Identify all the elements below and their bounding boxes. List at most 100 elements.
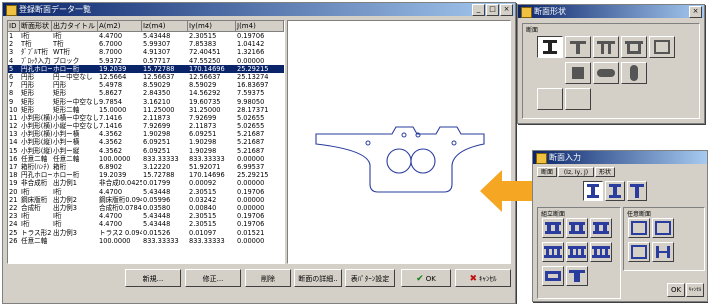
built-up-tile-4[interactable] xyxy=(542,242,564,262)
table-row[interactable]: 16 任意二軸 任意二軸 100.0000 833.33333 833.33333 0.00… xyxy=(8,155,284,163)
section-data-table[interactable]: ID 断面形状 出力タイトル A(m2) Iz(m4) Iy(m4) J(m4) 1 I桁 I桁… xyxy=(7,20,285,264)
table-cell: 0.19706 xyxy=(237,212,265,221)
box-section-tile[interactable] xyxy=(621,36,647,58)
built-up-tile-5[interactable] xyxy=(566,242,588,262)
triple-i-icon xyxy=(592,246,610,258)
frame-section-tile[interactable] xyxy=(649,36,675,58)
cancel-button[interactable]: ✖ ｷｬﾝｾﾙ xyxy=(455,269,511,287)
cancel-button[interactable]: ｷｬﾝｾﾙ xyxy=(686,283,704,297)
input-window-titlebar[interactable]: 断面入力 xyxy=(533,151,707,164)
table-cell: 47.55250 xyxy=(189,56,221,65)
table-cell: 鋼床版桁 xyxy=(21,195,48,204)
arbitrary-tile-2[interactable] xyxy=(652,218,674,238)
app-icon xyxy=(536,153,547,164)
built-up-tile-6[interactable] xyxy=(590,242,612,262)
column-header[interactable]: Iy(m4) xyxy=(188,21,236,31)
detail-button[interactable]: 断面の詳細.. xyxy=(294,269,342,287)
delete-button[interactable]: 削除 xyxy=(245,269,291,287)
table-row[interactable]: 21鋼床版桁出力例2 鋼床版桁0.09490.05996 0.03242 0.0000… xyxy=(8,196,284,204)
table-cell: トラス形2 xyxy=(21,228,52,237)
t-section-tile[interactable] xyxy=(627,181,647,201)
table-cell: 1.90298 xyxy=(143,130,171,139)
table-row[interactable]: 24 I桁 I桁 4.4700 5.43448 2.30515 0.19706 xyxy=(8,220,284,228)
table-row[interactable]: 11 小判形(横) 小横ー中空なし 7.1416 2.11873 7.92699 5.026… xyxy=(8,114,284,122)
built-up-tile-7[interactable] xyxy=(542,266,564,286)
t-beam-icon xyxy=(569,270,585,282)
section-list-titlebar[interactable]: 登録断面データ一覧 _ □ × xyxy=(3,3,515,16)
custom-section-tile-1[interactable] xyxy=(537,88,563,110)
table-cell: 出力例3 xyxy=(53,228,77,237)
edit-button[interactable]: 修正... xyxy=(185,269,241,287)
table-cell: 0.00000 xyxy=(237,179,265,188)
close-button[interactable]: × xyxy=(500,4,513,16)
table-row[interactable]: 18円孔ホロー桁ホロー桁 19.2039 15.72788 170.14696 25.2… xyxy=(8,171,284,179)
new-button[interactable]: 新規... xyxy=(125,269,181,287)
table-row[interactable]: 14 小判形(縦) 小判ー横 4.3562 6.09251 1.90298 5.21687 xyxy=(8,138,284,146)
table-cell: 25.29215 xyxy=(237,64,269,73)
built-up-tile-2[interactable] xyxy=(566,218,588,238)
table-row[interactable]: 26 任意二軸 100.0000 833.33333 833.33333 0.00000 xyxy=(8,237,284,245)
i-section-tile[interactable] xyxy=(537,36,563,58)
built-up-tile-8[interactable] xyxy=(566,266,588,286)
table-cell: 1.32166 xyxy=(237,48,265,57)
ok-button[interactable]: ✔ OK xyxy=(401,269,451,287)
table-row[interactable]: 12 小判形(横) 小縦ー中空なし 7.1416 7.92699 2.11873 5.026… xyxy=(8,122,284,130)
table-cell: 15.0000 xyxy=(99,105,127,114)
table-row[interactable]: 2 T桁 T桁 6.7000 5.99307 7.85383 1.04142 xyxy=(8,40,284,48)
table-row[interactable]: 3 ﾀﾞﾌﾞﾙT桁 WT桁 8.7000 4.91307 72.40451 1.32166 xyxy=(8,48,284,56)
column-header[interactable]: 断面形状 xyxy=(20,21,52,31)
ok-label: OK xyxy=(425,275,436,283)
table-row[interactable]: 8 矩形 矩形 5.8627 2.84350 14.56292 7.59375 xyxy=(8,89,284,97)
table-row[interactable]: 4 ﾌﾞﾛｯｸ入力 ブロック 5.9372 0.57717 47.55250 0.00000 xyxy=(8,57,284,65)
arbitrary-tile-3[interactable] xyxy=(628,242,650,262)
table-row[interactable]: 25トラス形2出力例3 トラス2 0.09440.01526 0.01097 0.01… xyxy=(8,229,284,237)
column-header[interactable]: J(m4) xyxy=(236,21,284,31)
arbitrary-tile-1[interactable] xyxy=(628,218,650,238)
double-t-section-tile[interactable] xyxy=(593,36,619,58)
column-header[interactable]: ID xyxy=(8,21,20,31)
built-up-tile-3[interactable] xyxy=(590,218,612,238)
i-section-alt-tile[interactable] xyxy=(605,181,625,201)
column-header[interactable]: A(m2) xyxy=(98,21,142,31)
block-section-tile[interactable] xyxy=(565,62,591,84)
table-cell: 17 xyxy=(9,163,18,171)
table-cell: 5.02655 xyxy=(237,122,265,131)
table-cell: 5.21687 xyxy=(237,130,265,139)
column-header[interactable]: Iz(m4) xyxy=(142,21,188,31)
checkmark-icon: ✔ xyxy=(416,274,424,284)
maximize-button[interactable]: □ xyxy=(486,4,499,16)
shape-window-titlebar[interactable]: 断面形状 × xyxy=(518,5,704,18)
table-cell: 矩形 xyxy=(21,89,35,98)
table-cell: 0.00000 xyxy=(237,195,265,204)
ok-button[interactable]: OK xyxy=(667,283,685,297)
table-row[interactable]: 10 矩形 矩形二軸 15.0000 11.25000 31.25000 28.17371 xyxy=(8,106,284,114)
table-row[interactable]: 20 I桁 I桁 4.4700 5.43448 2.30515 0.19706 xyxy=(8,188,284,196)
tab-section[interactable]: 断面 xyxy=(537,167,557,177)
section-shape-window: 断面形状 × 断面 xyxy=(517,4,705,124)
oval-vertical-tile[interactable] xyxy=(621,62,647,84)
table-row[interactable]: 1 I桁 I桁 4.4700 5.43448 2.30515 0.19706 xyxy=(8,32,284,40)
table-row[interactable]: 19 非合成桁 出力例1 非合成I0.0425 0.01799 0.00092 0.0000… xyxy=(8,179,284,187)
t-section-tile[interactable] xyxy=(565,36,591,58)
table-row[interactable]: 7 円形 円形 5.4978 8.59029 8.59029 16.83697 xyxy=(8,81,284,89)
i-section-tile[interactable] xyxy=(583,181,603,201)
close-button[interactable]: × xyxy=(689,6,702,18)
arbitrary-tile-4[interactable] xyxy=(652,242,674,262)
column-header[interactable]: 出力タイトル xyxy=(52,21,98,31)
oval-horizontal-tile[interactable] xyxy=(593,62,619,84)
table-row[interactable]: 22 合成桁 出力例3 合成桁0.0784 0.03580 0.00840 0.00000 xyxy=(8,204,284,212)
pattern-setting-button[interactable]: 表ﾊﾟﾀｰﾝ設定 xyxy=(345,269,395,287)
table-row[interactable]: 6 円形 円ー中空なし 12.5664 12.56637 12.56637 25.13274 xyxy=(8,73,284,81)
table-row[interactable]: 15 小判形(縦) 小判ー縦 4.3562 6.09251 1.90298 5.21687 xyxy=(8,147,284,155)
tab-shape[interactable]: 形状 xyxy=(595,167,615,177)
tab-properties[interactable]: (Iz, Iy, J) xyxy=(558,167,594,177)
table-row[interactable]: 9 矩形 矩形ー中空なし 9.7854 3.16210 19.60735 9.98050 xyxy=(8,98,284,106)
table-cell: 833.33333 xyxy=(143,154,179,163)
table-row[interactable]: 23 I桁 I桁 4.4700 5.43448 2.30515 0.19706 xyxy=(8,212,284,220)
table-row[interactable]: 13 小判形(横) 小判ー横 4.3562 1.90298 6.09251 5.21687 xyxy=(8,130,284,138)
table-row[interactable]: 17 箱桁(ﾊﾝﾁ) 箱桁 6.8902 3.12220 51.92071 6.99537 xyxy=(8,163,284,171)
table-row[interactable]: 5 円孔ホロー桁ホロー桁 19.2039 15.72788 170.14696 25.29… xyxy=(8,64,284,73)
built-up-tile-1[interactable] xyxy=(542,218,564,238)
custom-section-tile-2[interactable] xyxy=(565,88,591,110)
minimize-button[interactable]: _ xyxy=(472,4,485,16)
